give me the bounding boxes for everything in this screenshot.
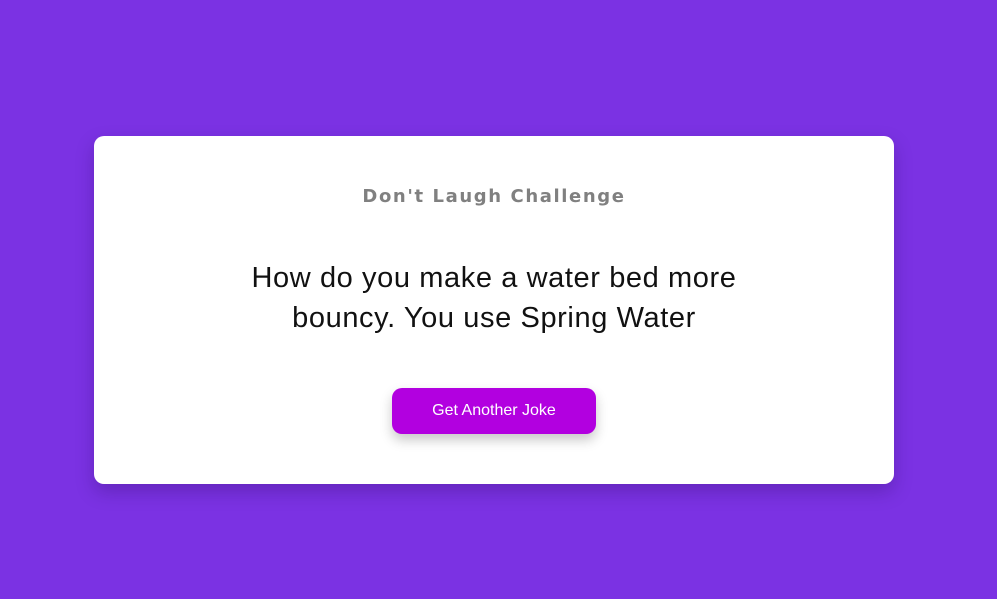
- joke-text: How do you make a water bed more bouncy.…: [251, 262, 737, 334]
- get-another-joke-button[interactable]: Get Another Joke: [392, 388, 596, 434]
- card-title: Don't Laugh Challenge: [362, 186, 626, 207]
- joke-card: Don't Laugh Challenge How do you make a …: [94, 136, 894, 484]
